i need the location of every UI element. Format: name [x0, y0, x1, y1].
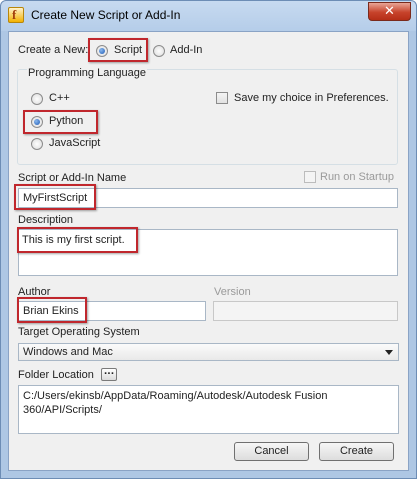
target-os-value: Windows and Mac [23, 346, 113, 358]
folder-location-field[interactable]: C:/Users/ekinsb/AppData/Roaming/Autodesk… [18, 385, 399, 434]
add-in-radio-label[interactable]: Add-In [170, 44, 202, 56]
version-input[interactable] [213, 301, 398, 321]
target-os-label: Target Operating System [18, 326, 140, 338]
python-radio[interactable] [31, 116, 43, 128]
highlight-author [17, 297, 87, 323]
javascript-radio[interactable] [31, 138, 43, 150]
save-choice-label[interactable]: Save my choice in Preferences. [234, 92, 389, 104]
window-title: Create New Script or Add-In [31, 8, 181, 22]
script-radio-label[interactable]: Script [114, 44, 142, 56]
script-radio[interactable] [96, 45, 108, 57]
run-on-startup-checkbox[interactable] [304, 171, 316, 183]
folder-path-line-2: 360/API/Scripts/ [23, 404, 102, 416]
python-radio-label[interactable]: Python [49, 115, 83, 127]
run-on-startup-label: Run on Startup [320, 171, 394, 183]
folder-path-line-1: C:/Users/ekinsb/AppData/Roaming/Autodesk… [23, 390, 328, 402]
save-choice-checkbox[interactable] [216, 92, 228, 104]
highlight-description [17, 227, 138, 253]
programming-language-label: Programming Language [27, 67, 148, 79]
cpp-radio[interactable] [31, 93, 43, 105]
ellipsis-icon[interactable]: ... [101, 368, 117, 381]
title-bar: Create New Script or Add-In ✕ [1, 1, 416, 31]
javascript-radio-label[interactable]: JavaScript [49, 137, 100, 149]
chevron-down-icon [385, 350, 393, 355]
target-os-dropdown[interactable]: Windows and Mac [18, 343, 399, 361]
description-label: Description [18, 214, 74, 226]
fusion-app-icon [8, 7, 24, 23]
cpp-radio-label[interactable]: C++ [49, 92, 70, 104]
highlight-name-input [14, 184, 96, 210]
create-button[interactable]: Create [319, 442, 394, 461]
name-label: Script or Add-In Name [18, 172, 127, 184]
dialog-window: Create New Script or Add-In ✕ Create a N… [0, 0, 417, 479]
add-in-radio[interactable] [153, 45, 165, 57]
cancel-button[interactable]: Cancel [234, 442, 309, 461]
version-label: Version [214, 286, 251, 298]
folder-location-label: Folder Location [18, 369, 94, 381]
create-new-label: Create a New: [18, 44, 89, 56]
close-button[interactable]: ✕ [368, 2, 411, 21]
dialog-body: Create a New: Script Add-In Programming … [8, 31, 409, 471]
